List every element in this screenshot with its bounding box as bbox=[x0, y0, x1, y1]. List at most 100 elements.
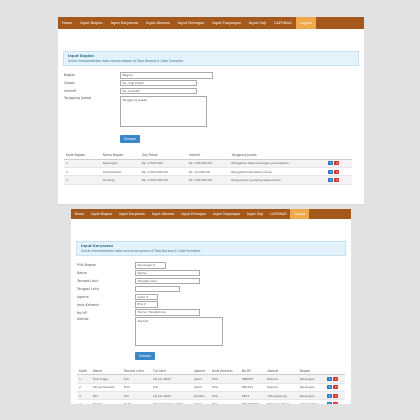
info-title: Input Bagian bbox=[68, 54, 94, 58]
nav-item-input-absensi[interactable]: Input Absensi bbox=[148, 209, 177, 219]
bagian-input[interactable]: Bagian bbox=[120, 72, 213, 79]
edit-button[interactable]: ✎ bbox=[328, 178, 334, 183]
row-actions: ✎× bbox=[325, 399, 345, 404]
row-actions: ✎× bbox=[326, 175, 352, 185]
delete-button[interactable]: × bbox=[334, 161, 340, 166]
nav-item-input-karyawan[interactable]: Input Karyawan bbox=[116, 209, 149, 219]
table-cell: 20 September 1999 bbox=[150, 399, 192, 404]
no-hp-input[interactable]: Nomor Handphone bbox=[135, 309, 200, 316]
table-cell: 0812 bbox=[239, 391, 266, 401]
column-header bbox=[326, 151, 352, 160]
gapok-input[interactable]: Rp. Gaji Pokok bbox=[120, 79, 197, 87]
column-header: Tgl Lahir bbox=[150, 367, 192, 376]
label-gapok: Gapok bbox=[64, 81, 75, 86]
table-cell: Rp. 40.000,00 bbox=[186, 167, 230, 177]
table-cell: Islam bbox=[191, 374, 210, 384]
label-tanggung-jawab: Tanggung Jawab bbox=[64, 95, 91, 100]
table-cell: 3 bbox=[64, 175, 101, 185]
nav-item-input-tunjangan[interactable]: Input Tunjangan bbox=[208, 17, 245, 29]
delete-button[interactable]: × bbox=[333, 376, 339, 381]
nav-item-logout[interactable]: Logout bbox=[290, 209, 309, 219]
nav-item-input-bagian[interactable]: Input Bagian bbox=[76, 17, 106, 29]
delete-button[interactable]: × bbox=[334, 178, 340, 183]
table-cell: Kristen bbox=[191, 391, 210, 401]
edit-icon: ✎ bbox=[328, 393, 331, 398]
delete-button[interactable]: × bbox=[333, 385, 339, 390]
trash-icon: × bbox=[334, 393, 338, 398]
table-cell: 1 bbox=[77, 374, 92, 384]
table-cell: Keuangan bbox=[297, 391, 326, 401]
edit-icon: ✎ bbox=[329, 169, 332, 174]
alamat-textarea[interactable]: Alamat bbox=[135, 317, 223, 347]
table-cell: Islam bbox=[191, 383, 210, 393]
nav-item-input-bagian[interactable]: Input Bagian bbox=[88, 209, 116, 219]
table-cell: Rp. 2.000.000,00 bbox=[139, 167, 187, 177]
column-header: Insentif bbox=[186, 151, 230, 160]
info-alert: Input Karyawan Untuk menambahkan data se… bbox=[76, 241, 346, 256]
nav-item-input-gaji[interactable]: Input Gaji bbox=[244, 209, 267, 219]
delete-button[interactable]: × bbox=[334, 169, 340, 174]
row-actions: ✎× bbox=[326, 159, 352, 169]
simpan-button[interactable]: Simpan bbox=[120, 134, 141, 143]
info-alert: Input Bagian Untuk menambahkan data semu… bbox=[63, 51, 359, 66]
simpan-button[interactable]: Simpan bbox=[135, 352, 156, 361]
nav-item-home[interactable]: Home bbox=[58, 17, 76, 29]
column-header: Nama bbox=[91, 367, 122, 376]
nama-input[interactable]: Nama bbox=[135, 269, 200, 277]
table-cell: 3 bbox=[77, 391, 92, 401]
table-cell: 26 Jun 2003 bbox=[150, 374, 192, 384]
edit-button[interactable]: ✎ bbox=[327, 393, 333, 398]
table-row: 3 Nur Kdr 26 Jun 2003 Kristen Pria 0812 Tulunga… bbox=[77, 391, 345, 401]
tanggal-lahir-input[interactable] bbox=[135, 285, 180, 293]
edit-button[interactable]: ✎ bbox=[327, 376, 333, 381]
row-actions: ✎× bbox=[326, 167, 352, 177]
table-cell: Kdr bbox=[121, 391, 151, 401]
table-cell: Pengurusan gudang keseluruhan bbox=[229, 175, 327, 185]
tempat-lahir-input[interactable]: Tempat Lahir bbox=[135, 277, 200, 285]
nav-item-input-tunjangan[interactable]: Input Tunjangan bbox=[210, 209, 244, 219]
nav-item-input-potongan[interactable]: Input Potongan bbox=[178, 209, 210, 219]
agama-select[interactable]: Islam ▾ bbox=[135, 293, 158, 301]
nav-item-input-karyawan[interactable]: Input Karyawan bbox=[107, 17, 143, 29]
table-cell: 081212 bbox=[239, 383, 266, 393]
info-text: Untuk menambahkan data semua karyawan di… bbox=[81, 249, 201, 253]
top-nav: Home Input Bagian Input Karyawan Input Abse… bbox=[71, 209, 351, 219]
column-header: Jenis Kelamin bbox=[209, 367, 240, 376]
edit-button[interactable]: ✎ bbox=[327, 402, 333, 404]
tanggung-jawab-textarea[interactable]: Tanggung Jawab bbox=[120, 95, 207, 127]
row-actions: ✎× bbox=[325, 383, 345, 393]
table-cell: Kdr bbox=[121, 374, 151, 384]
column-header: Kode bbox=[77, 367, 92, 376]
top-nav: Home Input Bagian Input Karyawan Input Abse… bbox=[58, 17, 364, 29]
table-cell: Keuangan bbox=[100, 159, 140, 169]
nav-item-laporan[interactable]: LAPORAN bbox=[270, 17, 296, 29]
edit-button[interactable]: ✎ bbox=[328, 169, 334, 174]
label-pilih-bagian: Pilih Bagian bbox=[77, 263, 97, 268]
label-tempat-lahir: Tempat Lahir bbox=[77, 279, 99, 284]
insentif-input[interactable]: Rp. Insentif bbox=[120, 87, 197, 95]
nav-item-laporan[interactable]: LAPORAN bbox=[267, 209, 291, 219]
delete-button[interactable]: × bbox=[333, 393, 339, 398]
edit-button[interactable]: ✎ bbox=[327, 385, 333, 390]
column-header bbox=[325, 367, 345, 376]
table-cell: Rp. 200.000,00 bbox=[186, 175, 230, 185]
table-cell: Rp. 2.500.000 bbox=[139, 159, 187, 169]
table-cell: 4 bbox=[77, 399, 92, 404]
table-cell: Kediri bbox=[121, 399, 151, 404]
table-cell: Gudang bbox=[100, 175, 140, 185]
table-cell: Keuangan bbox=[297, 374, 326, 384]
edit-button[interactable]: ✎ bbox=[328, 161, 334, 166]
nav-item-home[interactable]: Home bbox=[71, 209, 88, 219]
bagian-select-value: Keuangan bbox=[137, 263, 153, 267]
table-cell: Priti Sugie bbox=[91, 374, 122, 384]
jenis-kelamin-select[interactable]: Pria ▾ bbox=[135, 301, 158, 308]
pilih-bagian-select[interactable]: Keuangan ▾ bbox=[135, 262, 166, 269]
nav-item-input-gaji[interactable]: Input Gaji bbox=[245, 17, 270, 29]
table-row: 2 Dhyas Renaldi Kdri 9-8 Islam Pria 081212 Peso… bbox=[77, 383, 345, 393]
trash-icon: × bbox=[333, 402, 338, 404]
table-row: 4ErickaKediri20 September 1999IslamPria0… bbox=[77, 399, 345, 404]
nav-item-input-absensi[interactable]: Input Absensi bbox=[142, 17, 174, 29]
delete-button[interactable]: × bbox=[333, 402, 339, 404]
nav-item-input-potongan[interactable]: Input Potongan bbox=[174, 17, 208, 29]
nav-item-logout[interactable]: Logout bbox=[295, 17, 316, 29]
